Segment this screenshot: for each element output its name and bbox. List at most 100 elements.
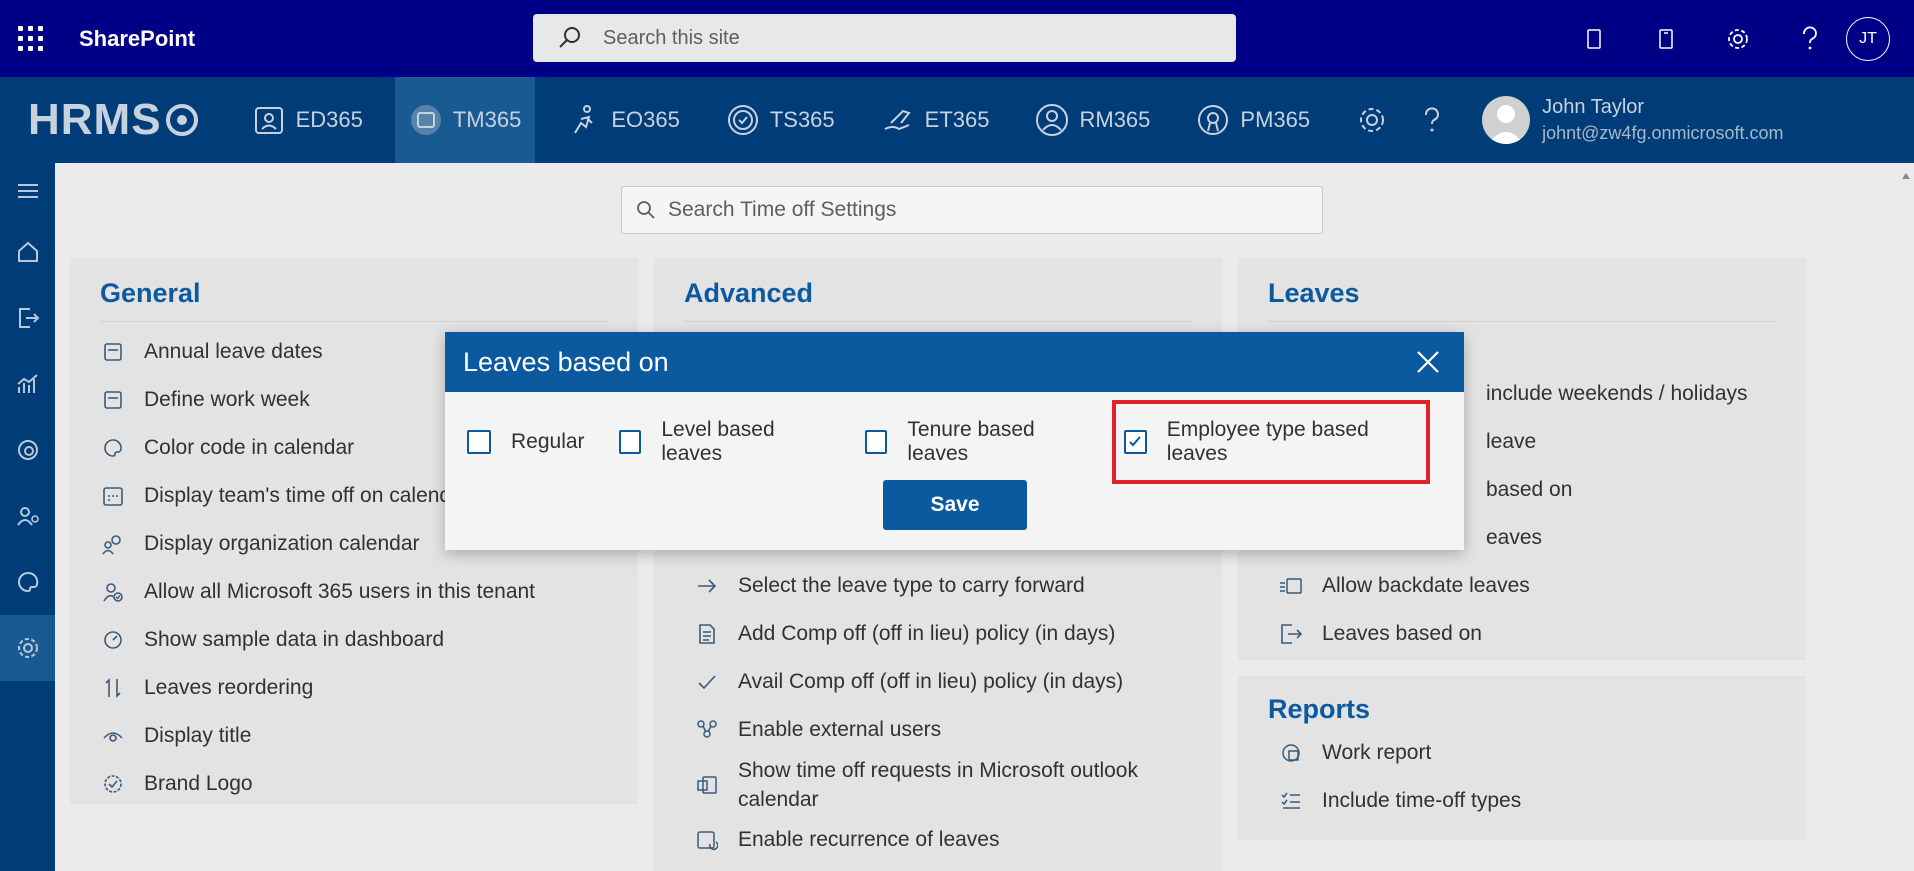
reports-heading: Reports xyxy=(1268,694,1371,724)
badge-check-icon xyxy=(100,771,126,797)
app-launcher-button[interactable] xyxy=(0,0,60,77)
tab-rm365[interactable]: RM365 xyxy=(1021,77,1164,163)
setting-leaves-based-on[interactable]: Leaves based on xyxy=(1278,610,1786,658)
tab-pm365[interactable]: PM365 xyxy=(1182,77,1324,163)
tab-ts365[interactable]: TS365 xyxy=(712,77,849,163)
app-help-icon[interactable] xyxy=(1402,77,1462,163)
phone-icon[interactable] xyxy=(1558,0,1630,77)
gauge-icon xyxy=(100,627,126,653)
setting-display-title[interactable]: Display title xyxy=(100,712,608,760)
checkmark-icon xyxy=(1129,436,1142,447)
option-tenure-based[interactable]: Tenure based leaves xyxy=(864,418,1090,466)
app-settings-gear-icon[interactable] xyxy=(1342,77,1402,163)
sign-out-icon xyxy=(1278,621,1304,647)
outlook-calendar-icon xyxy=(694,772,720,798)
user-avatar-initials[interactable]: JT xyxy=(1846,16,1890,61)
hamburger-menu-icon[interactable] xyxy=(0,163,55,219)
setting-label: Include time-off types xyxy=(1322,789,1522,812)
setting-leaves-reordering[interactable]: Leaves reordering xyxy=(100,664,608,712)
hrms-app-bar: HRMS ED365 TM365 EO365 TS365 ET365 RM365… xyxy=(0,77,1914,163)
people-network-icon xyxy=(694,717,720,743)
settings-search-placeholder: Search Time off Settings xyxy=(668,198,897,221)
tab-label: ET365 xyxy=(924,107,990,132)
checkmark-icon xyxy=(694,669,720,695)
level-based-checkbox[interactable] xyxy=(618,430,642,454)
setting-allow-all-users[interactable]: Allow all Microsoft 365 users in this te… xyxy=(100,568,608,616)
run-icon xyxy=(567,103,601,137)
setting-label: Select the leave type to carry forward xyxy=(738,574,1085,597)
person-icon xyxy=(1035,103,1069,137)
calendar-repeat-icon xyxy=(694,827,720,853)
suite-bar: SharePoint Search this site JT xyxy=(0,0,1914,77)
setting-label: Display title xyxy=(144,724,252,747)
tablet-icon[interactable] xyxy=(1630,0,1702,77)
user-profile[interactable]: John Taylor johnt@zw4fg.onmicrosoft.com xyxy=(1482,96,1784,144)
site-search-box[interactable]: Search this site xyxy=(533,14,1236,62)
palette-icon xyxy=(100,435,126,461)
tenure-based-checkbox[interactable] xyxy=(864,430,888,454)
scroll-up-arrow-icon[interactable] xyxy=(1901,173,1910,179)
settings-search-input[interactable]: Search Time off Settings xyxy=(621,186,1323,234)
setting-enable-recurrence[interactable]: Enable recurrence of leaves xyxy=(694,816,1202,864)
logo-person-icon xyxy=(165,104,198,136)
option-regular[interactable]: Regular xyxy=(467,430,585,454)
page-scrollbar[interactable] xyxy=(1897,163,1914,871)
setting-label: Color code in calendar xyxy=(144,436,355,459)
calendar-icon xyxy=(409,103,443,137)
tab-eo365[interactable]: EO365 xyxy=(553,77,694,163)
arrow-right-icon xyxy=(694,573,720,599)
tab-ed365[interactable]: ED365 xyxy=(238,77,377,163)
left-nav-rail xyxy=(0,163,55,871)
settings-gear-icon[interactable] xyxy=(0,615,55,681)
option-label: Regular xyxy=(511,430,585,453)
setting-enable-external-users[interactable]: Enable external users xyxy=(694,706,1202,754)
setting-carry-forward[interactable]: Select the leave type to carry forward xyxy=(694,562,1202,610)
hrms-logo[interactable]: HRMS xyxy=(28,95,198,145)
save-button[interactable]: Save xyxy=(883,480,1027,530)
user-settings-icon[interactable] xyxy=(0,483,55,549)
people-icon xyxy=(100,531,126,557)
palette-icon[interactable] xyxy=(0,549,55,615)
setting-label: eaves xyxy=(1486,526,1543,549)
setting-label: Allow all Microsoft 365 users in this te… xyxy=(144,580,536,603)
tab-label: EO365 xyxy=(611,107,680,132)
setting-outlook-calendar[interactable]: Show time off requests in Microsoft outl… xyxy=(694,754,1202,816)
option-label: Tenure based leaves xyxy=(907,418,1035,465)
settings-gear-icon[interactable] xyxy=(1702,0,1774,77)
tab-label: PM365 xyxy=(1240,107,1311,132)
leaves-based-on-dialog: Leaves based on Regular Level based leav… xyxy=(445,332,1464,550)
award-icon xyxy=(1196,103,1230,137)
setting-label: Show time off requests in Microsoft outl… xyxy=(738,759,1138,811)
setting-brand-logo[interactable]: Brand Logo xyxy=(100,760,608,808)
search-icon xyxy=(557,25,583,51)
setting-label: Brand Logo xyxy=(144,772,253,795)
setting-allow-backdate-leaves[interactable]: Allow backdate leaves xyxy=(1278,562,1786,610)
search-icon xyxy=(636,200,656,220)
tab-et365[interactable]: ET365 xyxy=(867,77,1004,163)
tab-tm365[interactable]: TM365 xyxy=(394,77,536,163)
setting-add-comp-off[interactable]: Add Comp off (off in lieu) policy (in da… xyxy=(694,610,1202,658)
home-icon[interactable] xyxy=(0,219,55,285)
report-work-report[interactable]: Work report xyxy=(1278,729,1776,777)
analytics-icon[interactable] xyxy=(0,351,55,417)
employee-type-checkbox[interactable] xyxy=(1123,430,1147,454)
sharepoint-title[interactable]: SharePoint xyxy=(79,26,195,52)
setting-label: Add Comp off (off in lieu) policy (in da… xyxy=(738,622,1116,645)
sign-out-icon[interactable] xyxy=(0,285,55,351)
regular-checkbox[interactable] xyxy=(467,430,491,454)
setting-show-sample-data[interactable]: Show sample data in dashboard xyxy=(100,616,608,664)
close-icon[interactable] xyxy=(1410,344,1446,380)
setting-label: Work report xyxy=(1322,741,1432,764)
setting-label: Display organization calendar xyxy=(144,532,420,555)
reports-card: Reports Work report Include time-off typ… xyxy=(1238,676,1806,840)
help-icon[interactable] xyxy=(1774,0,1846,77)
calendar-search-icon[interactable] xyxy=(0,417,55,483)
id-badge-icon xyxy=(252,103,286,137)
user-email: johnt@zw4fg.onmicrosoft.com xyxy=(1542,123,1784,143)
setting-avail-comp-off[interactable]: Avail Comp off (off in lieu) policy (in … xyxy=(694,658,1202,706)
option-employee-type-based[interactable]: Employee type based leaves xyxy=(1111,400,1431,484)
report-include-time-off-types[interactable]: Include time-off types xyxy=(1278,777,1776,825)
tab-label: RM365 xyxy=(1079,107,1151,132)
option-level-based[interactable]: Level based leaves xyxy=(618,418,831,466)
calendar-dots-icon xyxy=(100,483,126,509)
